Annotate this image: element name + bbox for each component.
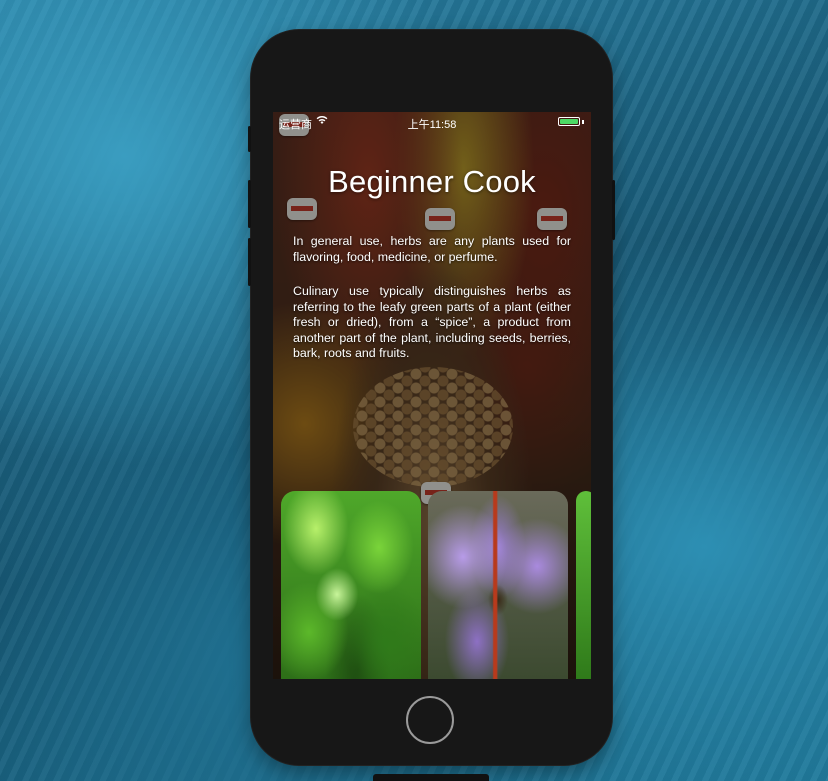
power-button xyxy=(612,180,615,240)
bottom-bar xyxy=(373,774,489,781)
home-button[interactable] xyxy=(406,696,454,744)
saffron-card[interactable] xyxy=(428,491,568,679)
app-screen: 运营商 上午11:58 Beginner Cook In general use… xyxy=(273,112,591,679)
culinary-paragraph: Culinary use typically distinguishes her… xyxy=(293,284,571,360)
battery-tip xyxy=(582,120,584,124)
next-herb-card[interactable] xyxy=(576,491,591,679)
page-title: Beginner Cook xyxy=(328,164,536,199)
intro-paragraph: In general use, herbs are any plants use… xyxy=(293,234,571,264)
basil-card[interactable] xyxy=(281,491,421,679)
battery-level xyxy=(560,119,578,124)
clock-label: 上午11:58 xyxy=(407,119,457,131)
volume-up-button xyxy=(248,180,251,228)
phone-frame: 运营商 上午11:58 Beginner Cook In general use… xyxy=(248,30,615,765)
herb-card-carousel[interactable] xyxy=(273,491,591,679)
battery-icon xyxy=(558,117,580,126)
mute-switch xyxy=(248,126,251,152)
status-bar: 运营商 上午11:58 xyxy=(273,112,591,134)
volume-down-button xyxy=(248,238,251,286)
